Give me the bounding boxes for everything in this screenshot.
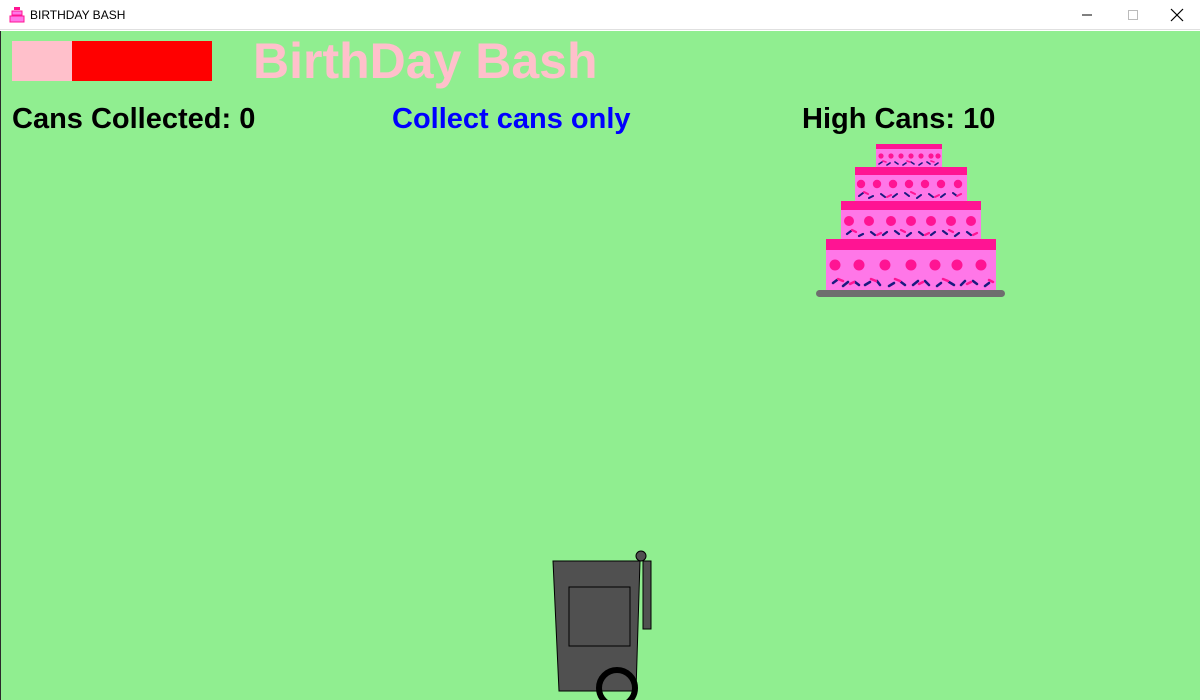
cake-icon	[9, 7, 25, 23]
game-canvas[interactable]: BirthDay Bash Cans Collected: 0 Collect …	[0, 31, 1200, 700]
trash-bin-player[interactable]	[546, 546, 661, 700]
instruction-text: Collect cans only	[392, 103, 631, 135]
minimize-button[interactable]	[1064, 0, 1110, 30]
minimize-icon	[1082, 14, 1092, 16]
health-bar	[12, 41, 212, 81]
window-title: BIRTHDAY BASH	[30, 8, 126, 22]
cake-sprite	[816, 144, 1005, 297]
cans-collected-counter: Cans Collected: 0	[12, 103, 256, 135]
close-icon	[1170, 8, 1184, 22]
game-title: BirthDay Bash	[253, 33, 598, 89]
window-titlebar[interactable]: BIRTHDAY BASH	[0, 0, 1200, 30]
high-score-counter: High Cans: 10	[802, 103, 996, 135]
maximize-button[interactable]	[1110, 0, 1156, 30]
maximize-icon	[1128, 10, 1138, 20]
close-button[interactable]	[1154, 0, 1200, 30]
health-bar-fill	[12, 41, 72, 81]
